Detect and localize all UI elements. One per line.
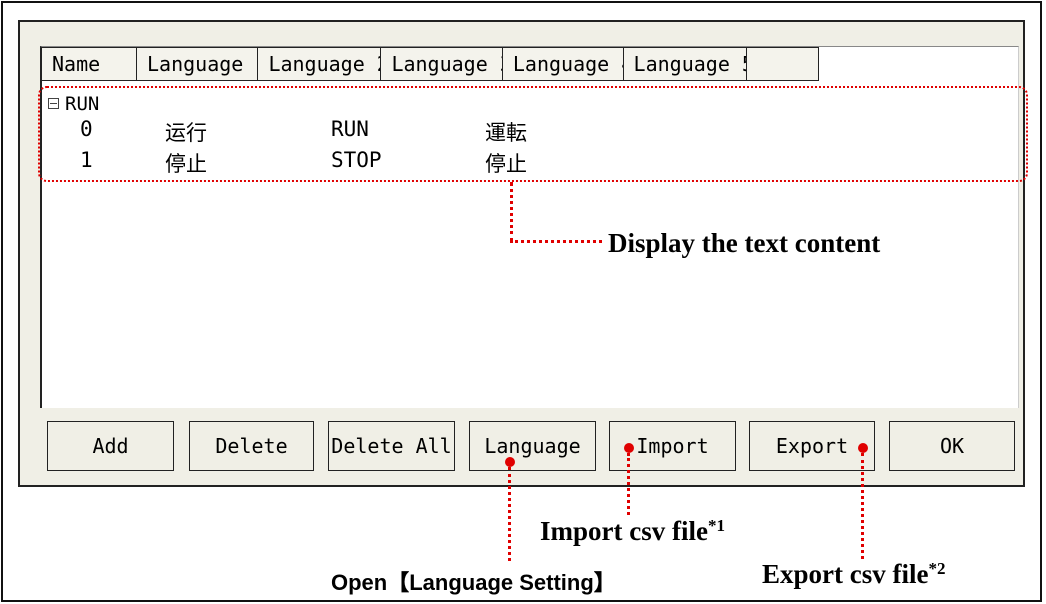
- column-header-language-5[interactable]: Language 5: [622, 47, 747, 81]
- display-text-annotation: Display the text content: [608, 228, 881, 258]
- column-header-name[interactable]: Name: [41, 47, 136, 81]
- delete-all-button[interactable]: Delete All: [328, 421, 455, 471]
- import-callout-line: [627, 453, 630, 515]
- export-button[interactable]: Export: [749, 421, 875, 471]
- language-callout-line: [508, 467, 511, 561]
- column-header-language-1[interactable]: Language 1: [136, 47, 258, 81]
- column-header-empty: [746, 47, 819, 81]
- import-csv-annotation: Import csv file*1: [540, 516, 725, 547]
- export-footnote-mark: *2: [928, 559, 946, 578]
- import-callout-dot: [624, 443, 634, 453]
- export-csv-text: Export csv file: [762, 559, 929, 589]
- add-button[interactable]: Add: [47, 421, 174, 471]
- display-callout-line: [510, 240, 602, 243]
- import-footnote-mark: *1: [707, 516, 725, 535]
- listview-header: Name Language 1 Language 2 Language 3 La…: [41, 47, 819, 81]
- column-header-language-3[interactable]: Language 3: [380, 47, 502, 81]
- export-csv-annotation: Export csv file*2: [762, 559, 945, 590]
- column-header-language-4[interactable]: Language 4: [501, 47, 623, 81]
- import-csv-text: Import csv file: [540, 516, 708, 546]
- export-callout-dot: [858, 443, 868, 453]
- language-callout-dot: [505, 457, 515, 467]
- text-content-highlight: [38, 86, 1028, 182]
- ok-button[interactable]: OK: [889, 421, 1015, 471]
- language-button[interactable]: Language: [469, 421, 596, 471]
- column-header-language-2[interactable]: Language 2: [257, 47, 381, 81]
- display-callout-line: [510, 182, 513, 242]
- delete-button[interactable]: Delete: [189, 421, 314, 471]
- open-language-setting-annotation: Open【Language Setting】: [331, 570, 616, 595]
- export-callout-line: [861, 453, 864, 559]
